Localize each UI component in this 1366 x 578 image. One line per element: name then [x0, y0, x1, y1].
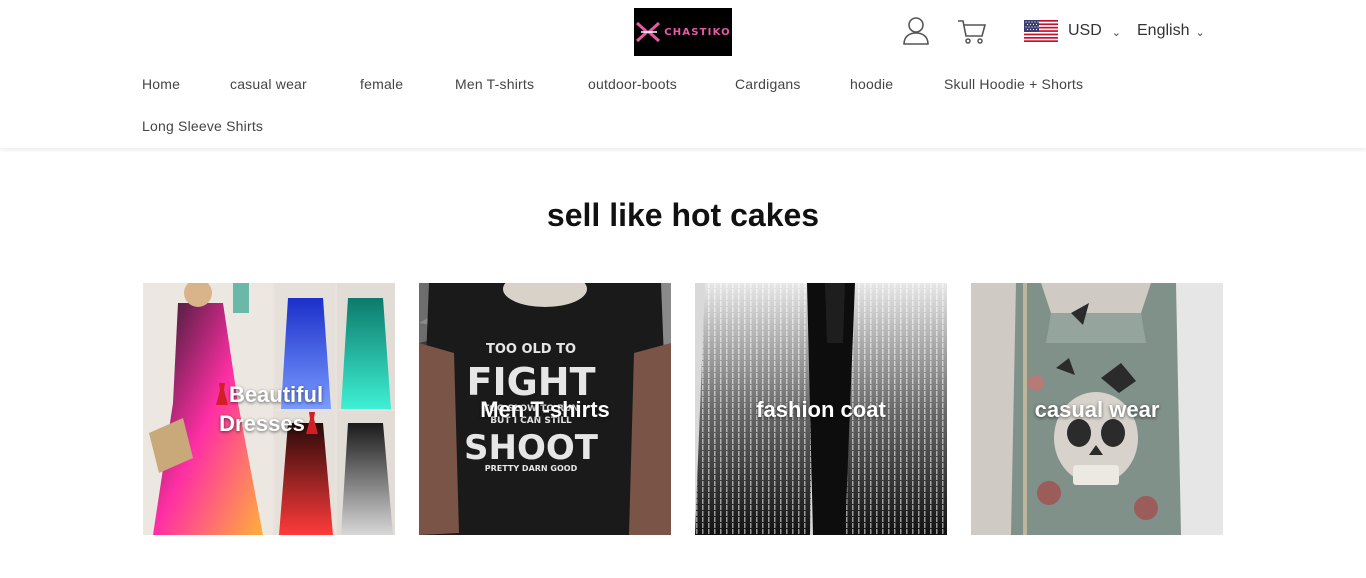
red-dress-icon — [305, 412, 318, 434]
language-label: English — [1137, 22, 1190, 39]
cart-button[interactable] — [957, 16, 987, 46]
currency-selector[interactable]: USD ⌄ — [1024, 16, 1121, 46]
nav-item-home[interactable]: Home — [142, 76, 180, 92]
chevron-down-icon: ⌄ — [1195, 26, 1205, 39]
nav-item-men-t-shirts[interactable]: Men T-shirts — [455, 76, 534, 92]
logo-text: CHASTIKO — [664, 26, 731, 38]
nav-item-skull-hoodie-shorts[interactable]: Skull Hoodie + Shorts — [944, 76, 1083, 92]
language-selector[interactable]: English ⌄ — [1137, 16, 1205, 46]
category-card-fashion-coat[interactable]: fashion coat — [695, 283, 947, 535]
nav-item-cardigans[interactable]: Cardigans — [735, 76, 801, 92]
nav-item-hoodie[interactable]: hoodie — [850, 76, 893, 92]
cart-icon — [958, 20, 987, 44]
logo-x-mark-icon — [636, 21, 661, 43]
category-label: casual wear — [1034, 396, 1160, 422]
currency-label: USD — [1068, 22, 1102, 39]
brand-logo[interactable]: CHASTIKO — [634, 8, 732, 56]
site-header: CHASTIKO USD ⌄ English ⌄ Home casual wea… — [0, 0, 1366, 148]
us-flag-icon — [1024, 20, 1058, 42]
account-button[interactable] — [902, 16, 930, 46]
nav-item-female[interactable]: female — [360, 76, 403, 92]
user-icon — [903, 17, 929, 45]
category-label: Beautiful Dresses — [143, 283, 395, 535]
category-label: Men T-shirts — [480, 396, 610, 422]
red-dress-icon — [215, 383, 228, 405]
category-card-casual-wear[interactable]: casual wear — [971, 283, 1223, 535]
chevron-down-icon: ⌄ — [1111, 26, 1121, 39]
section-title: sell like hot cakes — [546, 197, 820, 233]
nav-item-casual-wear[interactable]: casual wear — [230, 76, 307, 92]
nav-item-long-sleeve-shirts[interactable]: Long Sleeve Shirts — [142, 118, 263, 134]
category-label: fashion coat — [756, 396, 886, 422]
category-card-men-t-shirts[interactable]: TOO OLD TO FIGHT TOO SLOW TO RUN BUT I C… — [419, 283, 671, 535]
category-card-dresses[interactable]: Beautiful Dresses — [143, 283, 395, 535]
nav-item-outdoor-boots[interactable]: outdoor-boots — [588, 76, 677, 92]
